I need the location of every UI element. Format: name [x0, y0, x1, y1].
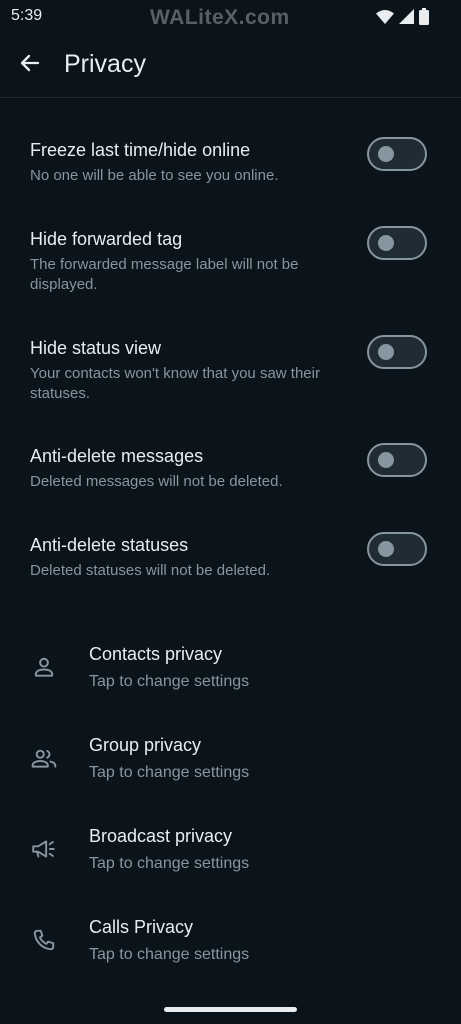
group-privacy-item[interactable]: Group privacy Tap to change settings — [0, 734, 461, 814]
switch-thumb — [378, 235, 394, 251]
toggle-row-hide-status-view[interactable]: Hide status view Your contacts won't kno… — [0, 335, 461, 407]
toggle-title: Anti-delete statuses — [30, 535, 189, 555]
freeze-last-seen-switch[interactable] — [367, 137, 427, 171]
nav-subtitle: Tap to change settings — [89, 946, 250, 963]
toggle-subtitle: The forwarded message label will not be … — [30, 256, 299, 293]
nav-title: Contacts privacy — [89, 644, 223, 664]
status-icons — [376, 8, 429, 25]
toggle-title: Freeze last time/hide online — [30, 140, 251, 160]
person-icon — [30, 653, 58, 681]
watermark: WALiteX.com — [150, 6, 290, 29]
toggle-row-anti-delete-statuses[interactable]: Anti-delete statuses Deleted statuses wi… — [0, 532, 461, 590]
switch-thumb — [378, 541, 394, 557]
nav-subtitle: Tap to change settings — [89, 855, 250, 872]
toggle-subtitle: Deleted statuses will not be deleted. — [30, 562, 271, 579]
toggle-title: Hide status view — [30, 338, 162, 358]
arrow-left-icon — [18, 51, 42, 80]
app-bar: Privacy — [0, 34, 461, 96]
status-bar: 5:39 WALiteX.com — [0, 0, 461, 34]
toggle-row-anti-delete-messages[interactable]: Anti-delete messages Deleted messages wi… — [0, 443, 461, 501]
toggle-subtitle: Your contacts won't know that you saw th… — [30, 365, 320, 402]
back-button[interactable] — [12, 50, 48, 80]
nav-subtitle: Tap to change settings — [89, 673, 250, 690]
contacts-privacy-item[interactable]: Contacts privacy Tap to change settings — [0, 643, 461, 723]
toggle-title: Anti-delete messages — [30, 446, 204, 466]
switch-thumb — [378, 344, 394, 360]
calls-privacy-item[interactable]: Calls Privacy Tap to change settings — [0, 916, 461, 996]
wifi-icon — [376, 9, 394, 24]
toggle-subtitle: No one will be able to see you online. — [30, 167, 279, 184]
switch-thumb — [378, 146, 394, 162]
broadcast-privacy-item[interactable]: Broadcast privacy Tap to change settings — [0, 825, 461, 905]
nav-subtitle: Tap to change settings — [89, 764, 250, 781]
status-time: 5:39 — [11, 7, 43, 24]
toggle-title: Hide forwarded tag — [30, 229, 183, 249]
battery-icon — [419, 8, 429, 25]
toggle-subtitle: Deleted messages will not be deleted. — [30, 473, 283, 490]
anti-delete-statuses-switch[interactable] — [367, 532, 427, 566]
hide-status-view-switch[interactable] — [367, 335, 427, 369]
toggle-row-freeze-last-seen[interactable]: Freeze last time/hide online No one will… — [0, 137, 461, 195]
home-indicator[interactable] — [164, 1007, 297, 1012]
page-title: Privacy — [64, 50, 146, 78]
megaphone-icon — [30, 835, 58, 863]
app-bar-divider — [0, 97, 461, 98]
anti-delete-messages-switch[interactable] — [367, 443, 427, 477]
signal-icon — [399, 9, 414, 24]
nav-title: Calls Privacy — [89, 917, 194, 937]
hide-forwarded-tag-switch[interactable] — [367, 226, 427, 260]
nav-title: Broadcast privacy — [89, 826, 233, 846]
group-icon — [30, 744, 58, 772]
toggle-row-hide-forwarded-tag[interactable]: Hide forwarded tag The forwarded message… — [0, 226, 461, 298]
switch-thumb — [378, 452, 394, 468]
nav-title: Group privacy — [89, 735, 202, 755]
phone-icon — [30, 926, 58, 954]
